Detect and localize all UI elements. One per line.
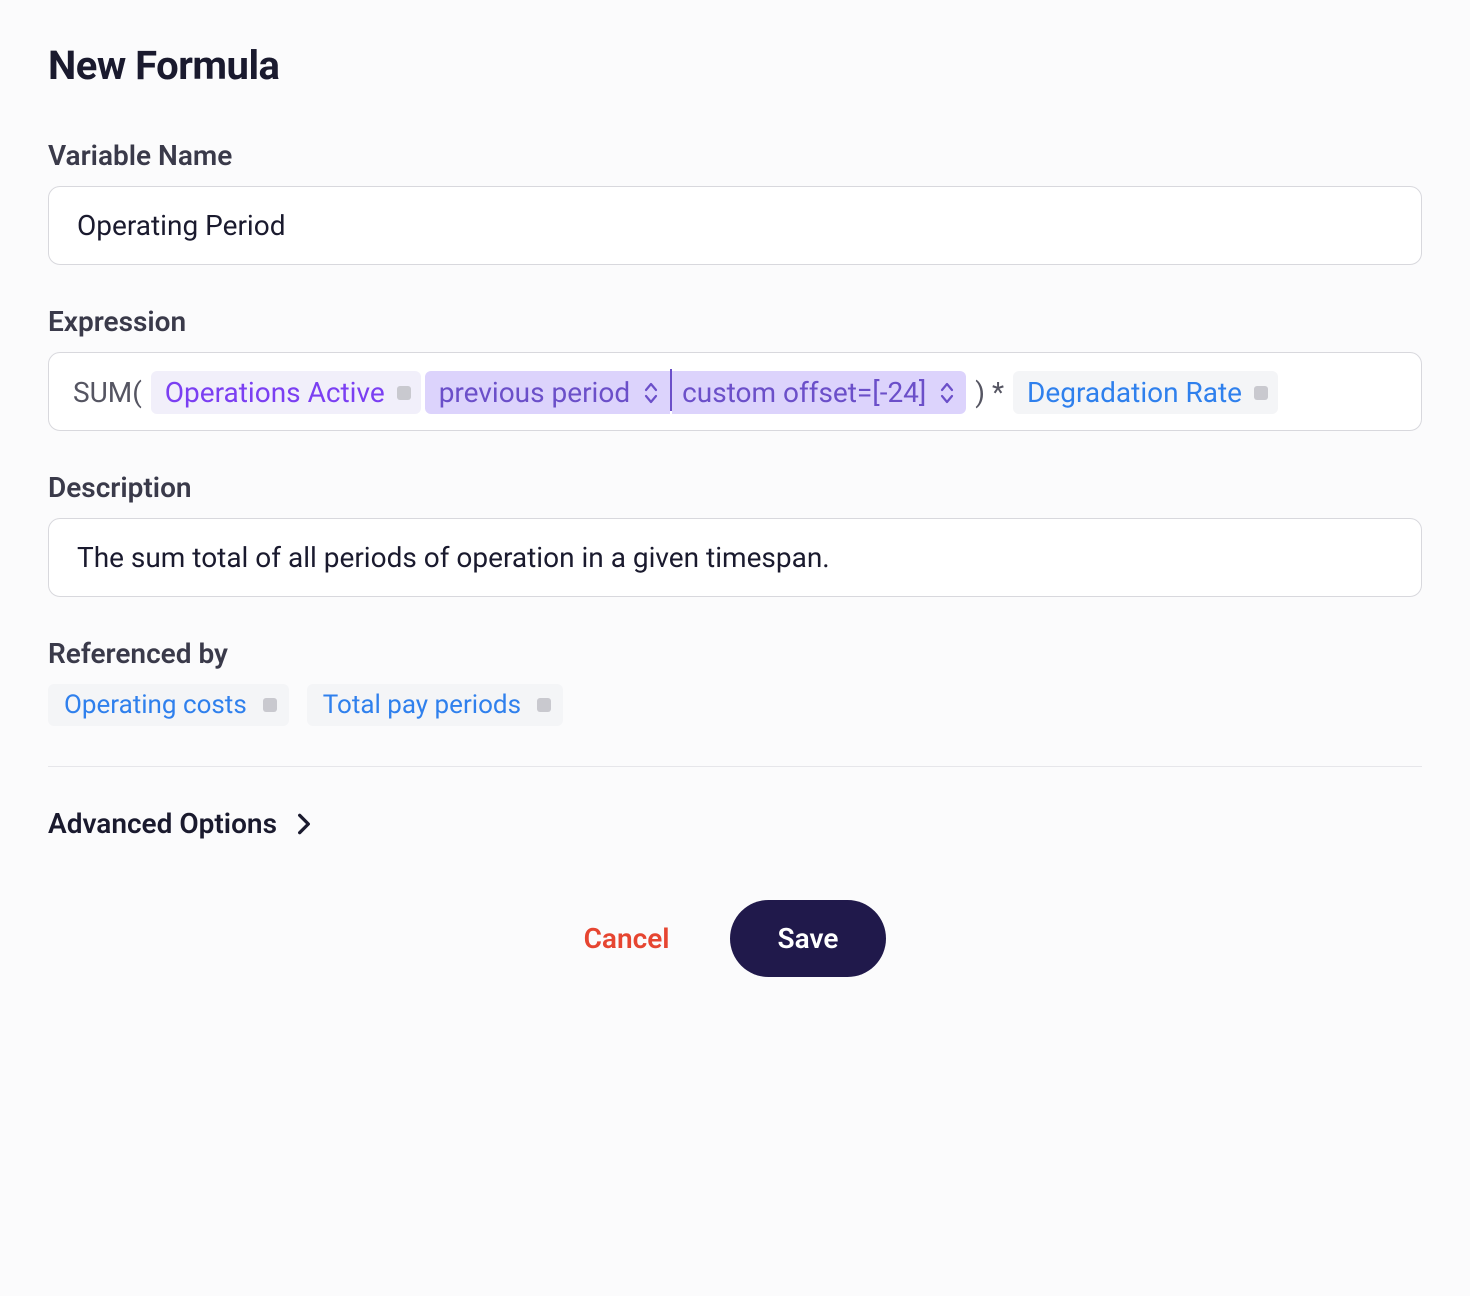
- token-handle-icon: [537, 698, 551, 712]
- token-handle-icon: [1254, 386, 1268, 400]
- description-group: Description: [48, 471, 1422, 597]
- expression-label: Expression: [48, 305, 1422, 338]
- stepper-icon: [642, 380, 660, 406]
- ref-chip-label: Total pay periods: [323, 690, 521, 720]
- advanced-options-label: Advanced Options: [48, 807, 277, 840]
- token-operations-active[interactable]: Operations Active: [151, 371, 421, 414]
- ref-chip-total-pay-periods[interactable]: Total pay periods: [307, 684, 563, 726]
- ref-chip-operating-costs[interactable]: Operating costs: [48, 684, 289, 726]
- ref-chip-label: Operating costs: [64, 690, 247, 720]
- description-input[interactable]: [48, 518, 1422, 597]
- token-operations-active-label: Operations Active: [165, 371, 385, 414]
- token-custom-offset-label: custom offset=[-24]: [682, 371, 926, 414]
- variable-name-input[interactable]: [48, 186, 1422, 265]
- stepper-icon: [938, 380, 956, 406]
- token-period-group: previous period custom offset=[-24]: [423, 369, 969, 416]
- save-button[interactable]: Save: [730, 900, 887, 977]
- advanced-options-toggle[interactable]: Advanced Options: [48, 807, 1422, 840]
- expression-close-mul: ) *: [968, 371, 1011, 414]
- token-custom-offset[interactable]: custom offset=[-24]: [672, 371, 966, 414]
- chevron-right-icon: [291, 811, 317, 837]
- section-divider: [48, 766, 1422, 767]
- referenced-by-list: Operating costs Total pay periods: [48, 684, 1422, 726]
- referenced-by-label: Referenced by: [48, 637, 1422, 670]
- description-label: Description: [48, 471, 1422, 504]
- token-handle-icon: [263, 698, 277, 712]
- token-degradation-rate[interactable]: Degradation Rate: [1013, 371, 1278, 414]
- action-bar: Cancel Save: [48, 900, 1422, 977]
- token-degradation-rate-label: Degradation Rate: [1027, 371, 1242, 414]
- expression-group: Expression SUM( Operations Active previo…: [48, 305, 1422, 431]
- token-previous-period[interactable]: previous period: [425, 371, 670, 414]
- page-title: New Formula: [48, 42, 1422, 89]
- variable-name-group: Variable Name: [48, 139, 1422, 265]
- referenced-by-group: Referenced by Operating costs Total pay …: [48, 637, 1422, 726]
- expression-input[interactable]: SUM( Operations Active previous period c…: [48, 352, 1422, 431]
- cancel-button[interactable]: Cancel: [584, 922, 670, 955]
- expression-fn-open: SUM(: [73, 371, 149, 414]
- token-handle-icon: [397, 386, 411, 400]
- token-previous-period-label: previous period: [439, 371, 630, 414]
- variable-name-label: Variable Name: [48, 139, 1422, 172]
